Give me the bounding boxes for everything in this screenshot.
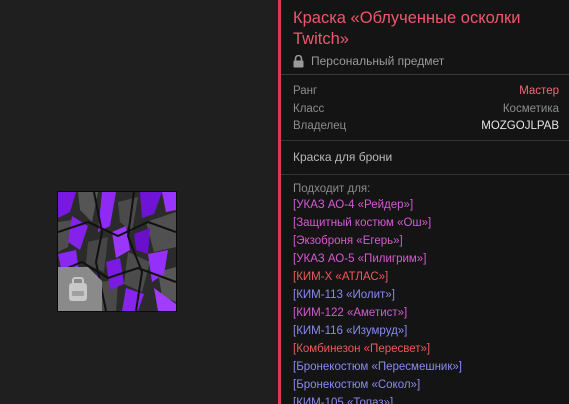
stat-value-owner: MOZGOJLPAB [481,120,559,132]
stats-section: Ранг Мастер Класс Косметика Владелец MOZ… [281,75,569,141]
inventory-screen: Краска «Облученные осколки Twitch» Персо… [0,0,569,404]
stat-row-class: Класс Косметика [293,101,559,119]
compatible-item: [КИМ-122 «Аметист»] [293,306,408,319]
compatible-item: [Бронекостюм «Пересмешник»] [293,360,462,373]
compatible-item: [КИМ-105 «Топаз»] [293,396,394,404]
paint-item-slot[interactable] [57,191,177,312]
stat-value-rank: Мастер [519,85,559,97]
item-description: Краска для брони [281,141,569,175]
tooltip-header: Краска «Облученные осколки Twitch» Персо… [281,0,569,74]
compatible-item: [КИМ-Х «АТЛАС»] [293,270,389,283]
stat-label: Класс [293,102,325,115]
stat-value-class: Косметика [502,102,559,115]
compatible-item: [Экзоброня «Егерь»] [293,234,403,247]
compatible-item: [КИМ-116 «Изумруд»] [293,324,408,337]
item-title: Краска «Облученные осколки Twitch» [293,9,521,48]
compatible-label: Подходит для: [293,182,371,195]
item-binding: Персональный предмет [293,54,559,68]
stat-label: Владелец [293,120,347,132]
compatible-item: [УКАЗ АО-4 «Рейдер»] [293,198,414,211]
compatible-item: [УКАЗ АО-5 «Пилигрим»] [293,252,427,265]
compatible-item: [Комбинезон «Пересвет»] [293,342,431,355]
compatible-item: [Бронекостюм «Сокол»] [293,378,421,391]
item-tooltip: Краска «Облученные осколки Twitch» Персо… [278,0,569,404]
compatible-item: [КИМ-113 «Иолит»] [293,288,395,301]
compatible-list: Подходит для: [УКАЗ АО-4 «Рейдер»] [Защи… [281,175,569,404]
stat-row-owner: Владелец MOZGOJLPAB [293,118,559,136]
compatible-item: [Защитный костюм «Ош»] [293,216,432,229]
lock-icon [293,54,304,67]
backpack-icon [58,267,102,311]
stat-row-rank: Ранг Мастер [293,83,559,101]
personal-item-label: Персональный предмет [311,54,445,68]
stat-label: Ранг [293,85,318,97]
